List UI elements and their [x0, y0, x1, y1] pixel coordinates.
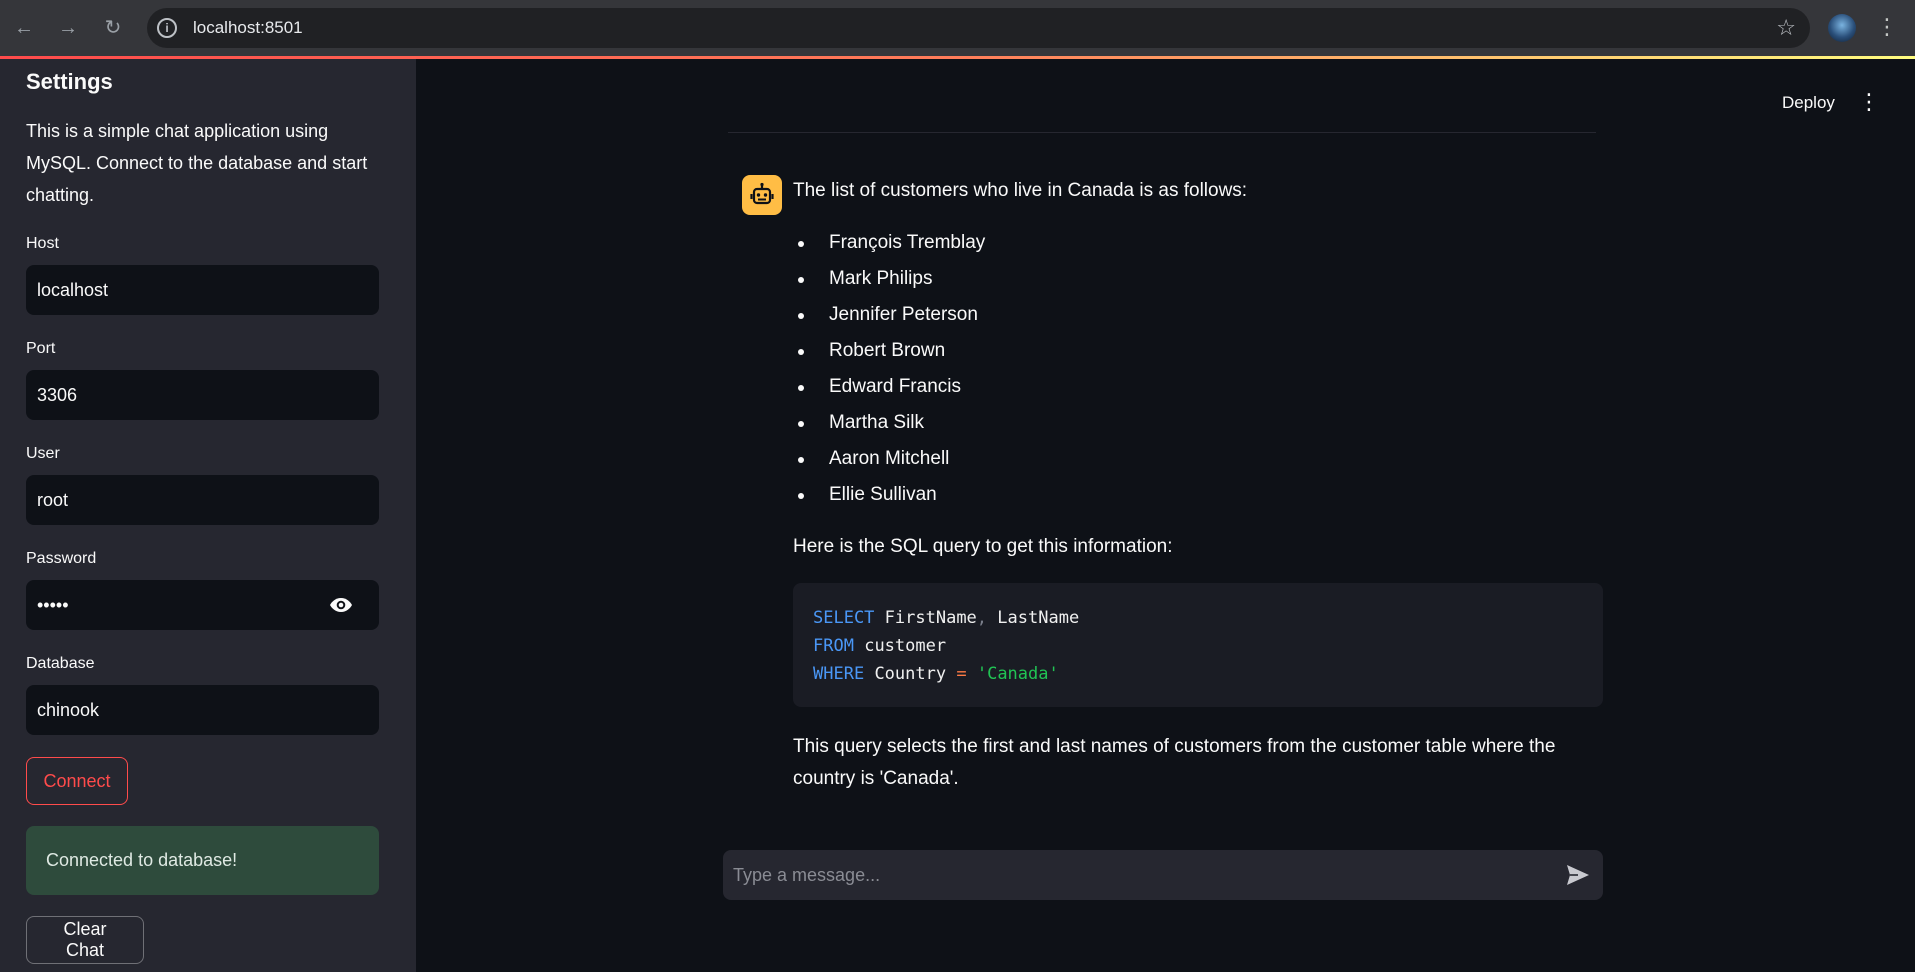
- assistant-avatar: [742, 175, 782, 215]
- robot-icon: [750, 182, 774, 205]
- port-input[interactable]: [26, 370, 379, 420]
- list-item: François Tremblay: [793, 225, 985, 261]
- bookmark-star-icon[interactable]: ☆: [1776, 15, 1796, 41]
- sql-keyword: SELECT: [813, 608, 875, 628]
- sql-string: 'Canada': [976, 664, 1059, 684]
- sql-identifier: LastName: [997, 608, 1080, 628]
- send-icon[interactable]: [1565, 863, 1591, 887]
- user-field[interactable]: [26, 475, 379, 525]
- port-field[interactable]: [26, 370, 379, 420]
- url-text[interactable]: localhost:8501: [193, 18, 303, 38]
- sql-identifier: FirstName: [884, 608, 977, 628]
- success-message: Connected to database!: [46, 850, 238, 870]
- list-item: Edward Francis: [793, 369, 985, 405]
- browser-menu-icon[interactable]: ⋮: [1876, 14, 1898, 42]
- forward-arrow-icon[interactable]: →: [54, 14, 82, 42]
- address-bar[interactable]: i localhost:8501 ☆: [147, 8, 1810, 48]
- sidebar-title: Settings: [26, 69, 113, 94]
- list-item: Martha Silk: [793, 405, 985, 441]
- explanation-text: This query selects the first and last na…: [793, 736, 1556, 789]
- clear-chat-button[interactable]: Clear Chat: [26, 916, 144, 964]
- chat-divider: [728, 132, 1596, 133]
- browser-toolbar: ← → ↻ i localhost:8501 ☆ ⋮: [0, 0, 1915, 56]
- port-label: Port: [26, 340, 56, 357]
- sql-punctuation: ,: [976, 608, 988, 628]
- assistant-intro-text: The list of customers who live in Canada…: [793, 180, 1248, 201]
- customer-list: François Tremblay Mark Philips Jennifer …: [793, 225, 985, 513]
- connection-success-alert: Connected to database!: [26, 826, 379, 895]
- sidebar: Settings This is a simple chat applicati…: [0, 59, 416, 972]
- list-item: Ellie Sullivan: [793, 477, 985, 513]
- deploy-button[interactable]: Deploy: [1782, 93, 1835, 113]
- sql-operator: =: [956, 664, 967, 684]
- main-menu-icon[interactable]: ⋮: [1858, 90, 1880, 116]
- sql-code-block: SELECT FirstName, LastName FROM customer…: [793, 583, 1603, 707]
- chat-input-box[interactable]: [723, 850, 1603, 900]
- message-input[interactable]: [723, 850, 1603, 900]
- connect-button[interactable]: Connect: [26, 757, 128, 805]
- list-item: Aaron Mitchell: [793, 441, 985, 477]
- database-input[interactable]: [26, 685, 379, 735]
- database-label: Database: [26, 655, 95, 672]
- sql-identifier: Country: [874, 664, 947, 684]
- list-item: Jennifer Peterson: [793, 297, 985, 333]
- back-arrow-icon[interactable]: ←: [10, 14, 38, 42]
- user-label: User: [26, 445, 60, 462]
- host-label: Host: [26, 235, 59, 252]
- list-item: Robert Brown: [793, 333, 985, 369]
- sql-identifier: customer: [864, 636, 947, 656]
- profile-avatar[interactable]: [1828, 14, 1856, 42]
- reload-icon[interactable]: ↻: [99, 14, 127, 42]
- show-password-eye-icon[interactable]: [329, 594, 353, 616]
- list-item: Mark Philips: [793, 261, 985, 297]
- database-field[interactable]: [26, 685, 379, 735]
- sidebar-description: This is a simple chat application using …: [26, 121, 368, 205]
- password-field[interactable]: [26, 580, 379, 630]
- sql-keyword: WHERE: [813, 664, 865, 684]
- password-label: Password: [26, 550, 97, 567]
- query-intro-text: Here is the SQL query to get this inform…: [793, 536, 1173, 557]
- host-field[interactable]: [26, 265, 379, 315]
- password-input[interactable]: [26, 580, 379, 630]
- site-info-icon[interactable]: i: [157, 18, 177, 38]
- host-input[interactable]: [26, 265, 379, 315]
- sql-keyword: FROM: [813, 636, 854, 656]
- user-input[interactable]: [26, 475, 379, 525]
